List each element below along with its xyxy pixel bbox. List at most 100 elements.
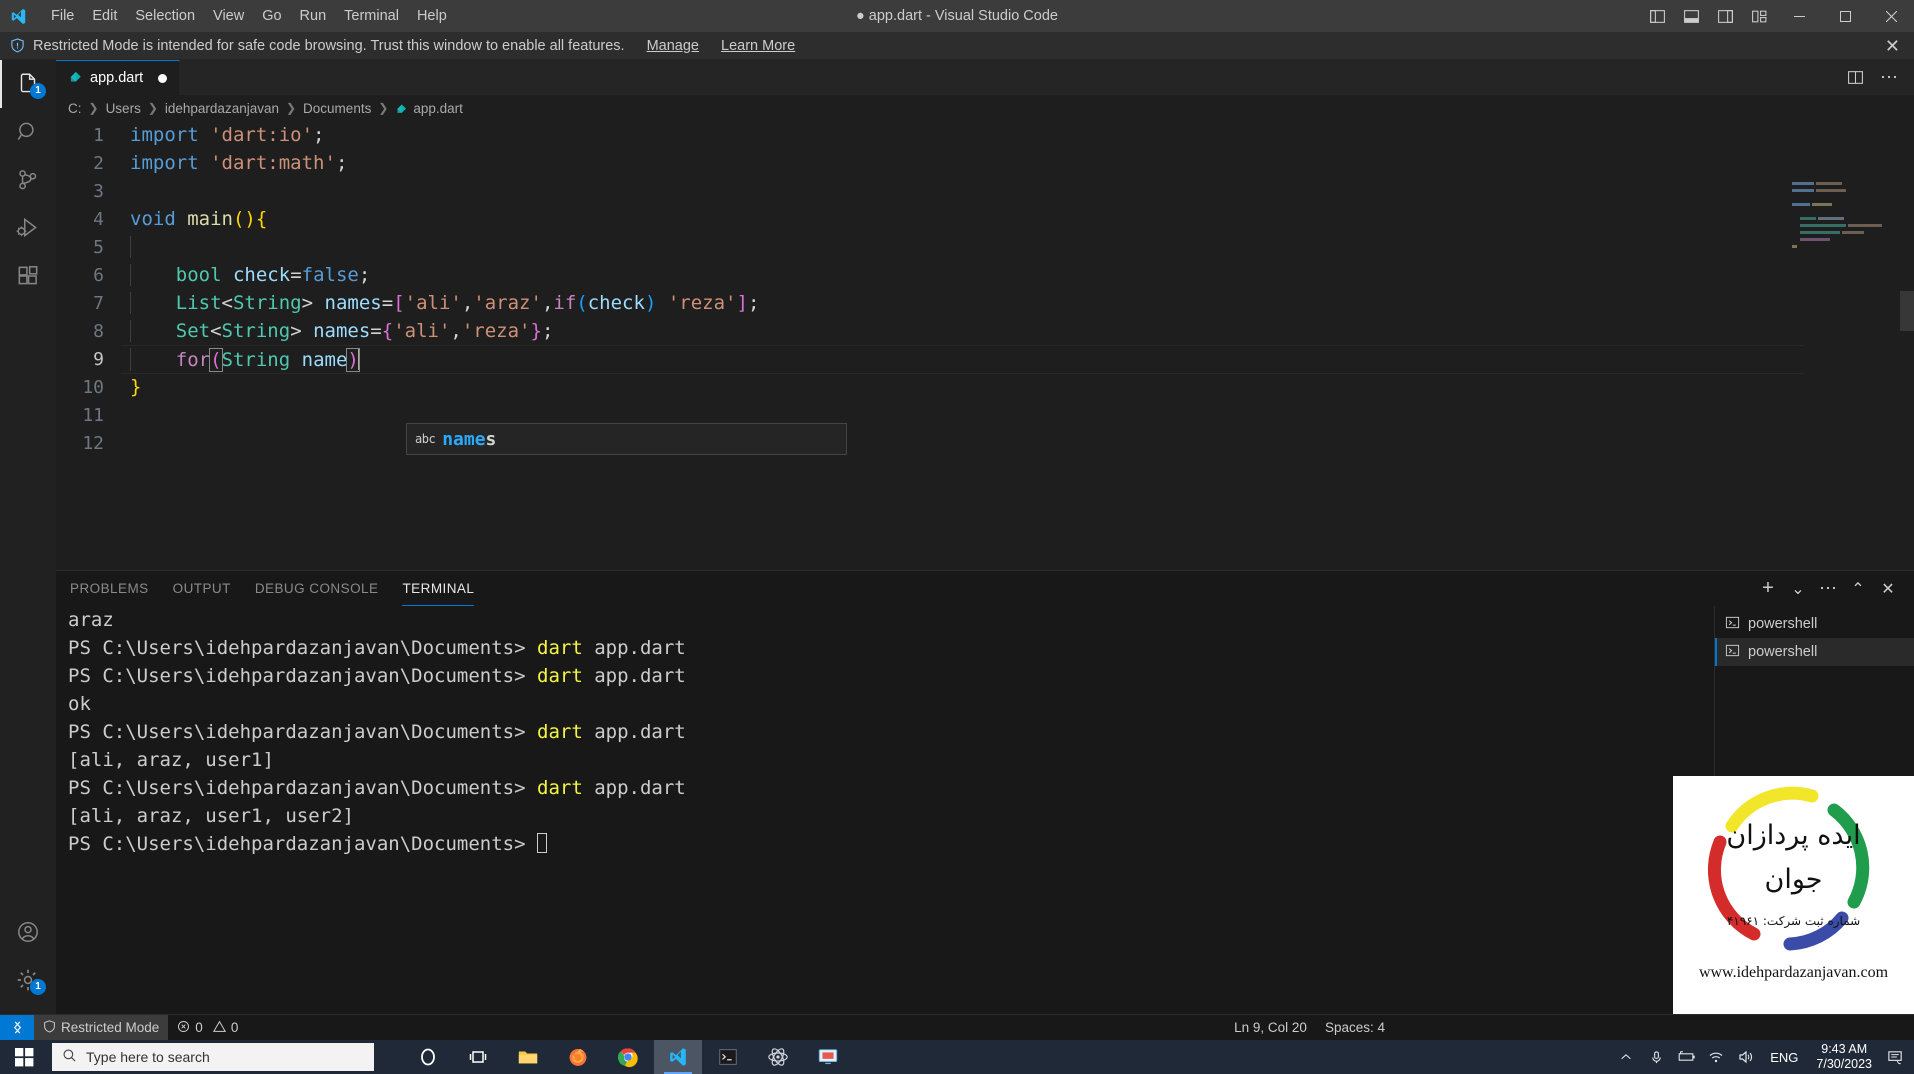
status-restricted-mode[interactable]: Restricted Mode: [34, 1014, 169, 1041]
editor-tab-app-dart[interactable]: app.dart: [56, 60, 181, 95]
breadcrumb-item-drive[interactable]: C:: [68, 101, 82, 116]
close-panel-icon[interactable]: ✕: [1874, 575, 1902, 603]
terminal-tab-powershell-2[interactable]: powershell: [1715, 638, 1914, 666]
line-number: 1: [93, 124, 104, 146]
vscode-window: File Edit Selection View Go Run Terminal…: [0, 0, 1914, 1074]
battery-charging-icon[interactable]: [1672, 1040, 1700, 1074]
sidebar-item-settings[interactable]: 1: [0, 956, 56, 1004]
autocomplete-popup[interactable]: abc names: [406, 423, 847, 455]
terminal-icon: [1725, 643, 1740, 662]
code-line[interactable]: 10 }: [56, 373, 1914, 401]
terminal-app-icon[interactable]: [704, 1040, 752, 1074]
cortana-icon[interactable]: [404, 1040, 452, 1074]
minimize-button[interactable]: [1776, 0, 1822, 32]
sidebar-item-accounts[interactable]: [0, 908, 56, 956]
logo-url[interactable]: www.idehpardazanjavan.com: [1699, 964, 1888, 982]
atom-icon[interactable]: [754, 1040, 802, 1074]
taskbar-search-input[interactable]: Type here to search: [52, 1043, 374, 1071]
menu-help[interactable]: Help: [408, 5, 456, 27]
file-explorer-icon[interactable]: [504, 1040, 552, 1074]
toggle-primary-sidebar-icon[interactable]: [1640, 0, 1674, 32]
maximize-button[interactable]: [1822, 0, 1868, 32]
shield-icon: [43, 1019, 56, 1036]
tab-debug-console[interactable]: DEBUG CONSOLE: [255, 571, 379, 606]
menu-terminal[interactable]: Terminal: [335, 5, 408, 27]
vscode-icon[interactable]: [654, 1040, 702, 1074]
code-editor[interactable]: 1 import 'dart:io'; 2 import 'dart:math'…: [56, 121, 1914, 570]
code-line[interactable]: 6 bool check=false;: [56, 261, 1914, 289]
chrome-icon[interactable]: [604, 1040, 652, 1074]
breadcrumb-item-user[interactable]: idehpardazanjavan: [165, 101, 279, 116]
code-line[interactable]: 2 import 'dart:math';: [56, 149, 1914, 177]
remote-window-icon[interactable]: [0, 1014, 34, 1041]
sidebar-item-search[interactable]: [0, 108, 56, 156]
menu-file[interactable]: File: [42, 5, 83, 27]
firefox-icon[interactable]: [554, 1040, 602, 1074]
clock[interactable]: 9:43 AM 7/30/2023: [1808, 1042, 1880, 1072]
wifi-icon[interactable]: [1702, 1040, 1730, 1074]
line-number: 6: [93, 264, 104, 286]
code-line[interactable]: 8 Set<String> names={'ali','reza'};: [56, 317, 1914, 345]
terminal-output[interactable]: araz PS C:\Users\idehpardazanjavan\Docum…: [68, 606, 1694, 1014]
menu-selection[interactable]: Selection: [126, 5, 204, 27]
maximize-panel-icon[interactable]: ⌃: [1844, 575, 1872, 603]
status-problems[interactable]: 0 0: [168, 1015, 247, 1041]
tab-output[interactable]: OUTPUT: [173, 571, 231, 606]
tab-problems[interactable]: PROBLEMS: [70, 571, 149, 606]
toggle-secondary-sidebar-icon[interactable]: [1708, 0, 1742, 32]
code-line[interactable]: 4 void main(){: [56, 205, 1914, 233]
windows-start-icon[interactable]: [0, 1040, 48, 1074]
code-line[interactable]: 3: [56, 177, 1914, 205]
terminal-line: [ali, araz, user1]: [68, 749, 274, 771]
code-line-active[interactable]: 9 for(String name): [56, 345, 1914, 374]
terminal-line: PS C:\Users\idehpardazanjavan\Documents>…: [68, 718, 1694, 746]
breadcrumb-item-file[interactable]: app.dart: [413, 101, 463, 116]
more-actions-icon[interactable]: ⋯: [1874, 63, 1904, 93]
unsaved-indicator-icon[interactable]: [158, 73, 168, 83]
code-text: import 'dart:io';: [130, 124, 325, 146]
panel-actions: + ⌄ ⋯ ⌃ ✕: [1754, 571, 1902, 606]
editor-scrollbar-thumb[interactable]: [1900, 291, 1914, 331]
status-indentation[interactable]: Spaces: 4: [1316, 1015, 1394, 1041]
code-line[interactable]: 1 import 'dart:io';: [56, 121, 1914, 149]
status-cursor-position[interactable]: Ln 9, Col 20: [1225, 1015, 1316, 1041]
chevron-right-icon: ❯: [378, 101, 389, 115]
menu-view[interactable]: View: [204, 5, 253, 27]
banner-close-icon[interactable]: ✕: [1885, 36, 1900, 57]
sidebar-item-run-and-debug[interactable]: [0, 204, 56, 252]
code-line[interactable]: 7 List<String> names=['ali','araz',if(ch…: [56, 289, 1914, 317]
add-terminal-icon[interactable]: +: [1754, 575, 1782, 603]
status-bar-right: Ln 9, Col 20 Spaces: 4: [1225, 1015, 1914, 1041]
microphone-icon[interactable]: [1642, 1040, 1670, 1074]
split-editor-icon[interactable]: [1840, 63, 1870, 93]
task-view-icon[interactable]: [454, 1040, 502, 1074]
tab-terminal[interactable]: TERMINAL: [402, 571, 475, 606]
chevron-down-icon[interactable]: ⌄: [1784, 575, 1812, 603]
media-app-icon[interactable]: [804, 1040, 852, 1074]
input-language-indicator[interactable]: ENG: [1762, 1050, 1806, 1065]
menu-edit[interactable]: Edit: [83, 5, 126, 27]
customize-layout-icon[interactable]: [1742, 0, 1776, 32]
notifications-icon[interactable]: [1882, 1040, 1908, 1074]
sidebar-item-explorer[interactable]: 1: [0, 60, 56, 108]
code-line[interactable]: 11: [56, 401, 1914, 429]
breadcrumb-item-documents[interactable]: Documents: [303, 101, 371, 116]
close-button[interactable]: [1868, 0, 1914, 32]
manage-link[interactable]: Manage: [647, 38, 699, 54]
banner-message: Restricted Mode is intended for safe cod…: [33, 37, 625, 54]
abc-icon: abc: [415, 432, 436, 446]
terminal-tab-powershell-1[interactable]: powershell: [1715, 610, 1914, 638]
chevron-up-icon[interactable]: [1612, 1040, 1640, 1074]
sidebar-item-extensions[interactable]: [0, 252, 56, 300]
system-tray: ENG 9:43 AM 7/30/2023: [1612, 1040, 1914, 1074]
code-line[interactable]: 5: [56, 233, 1914, 261]
speaker-icon[interactable]: [1732, 1040, 1760, 1074]
menu-run[interactable]: Run: [291, 5, 336, 27]
more-actions-icon[interactable]: ⋯: [1814, 575, 1842, 603]
code-line[interactable]: 12: [56, 429, 1914, 457]
sidebar-item-source-control[interactable]: [0, 156, 56, 204]
toggle-panel-icon[interactable]: [1674, 0, 1708, 32]
menu-go[interactable]: Go: [253, 5, 290, 27]
learn-more-link[interactable]: Learn More: [721, 38, 795, 54]
breadcrumb-item-users[interactable]: Users: [106, 101, 141, 116]
